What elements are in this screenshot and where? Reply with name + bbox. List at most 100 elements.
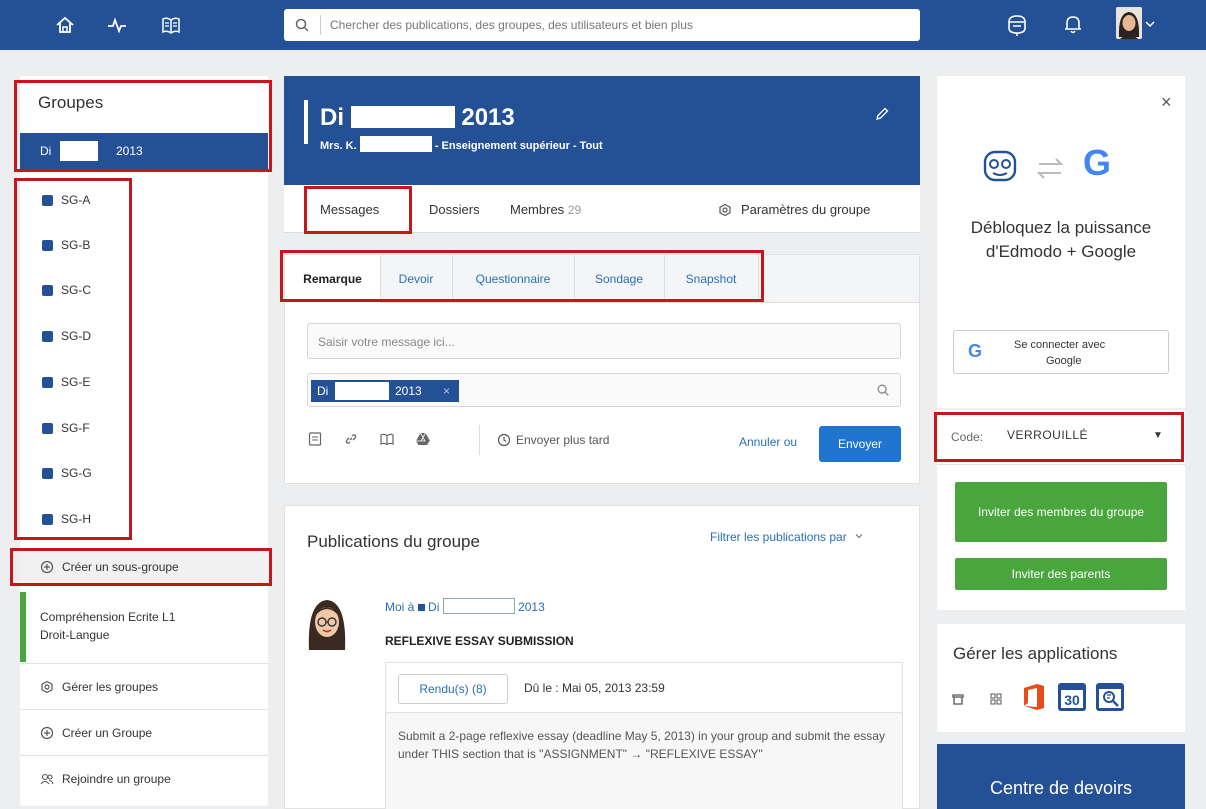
create-subgroup-button[interactable]: Créer un sous-groupe xyxy=(40,560,179,574)
grid-icon[interactable] xyxy=(989,692,1003,706)
create-group-link[interactable]: Créer un Groupe xyxy=(40,726,152,740)
tab-assignment[interactable]: Devoir xyxy=(380,255,452,303)
gear-icon xyxy=(41,680,53,694)
post-composer: Remarque Devoir Questionnaire Sondage Sn… xyxy=(284,254,920,484)
cancel-link[interactable]: Annuler ou xyxy=(739,435,797,449)
office-icon[interactable] xyxy=(1021,682,1047,712)
group-name-line2: Droit-Langue xyxy=(40,628,110,642)
code-value[interactable]: VERROUILLÉ xyxy=(1007,428,1088,442)
tab-folders[interactable]: Dossiers xyxy=(429,202,480,217)
group-header: Di 2013 Mrs. K. - Enseignement supérieur… xyxy=(284,76,920,185)
groups-title: Groupes xyxy=(38,93,104,112)
message-input[interactable]: Saisir votre message ici... xyxy=(307,323,901,359)
invite-parents-button[interactable]: Inviter des parents xyxy=(955,558,1167,590)
sidebar-item-subgroup[interactable]: SG-G xyxy=(42,463,92,483)
code-label: Code: xyxy=(951,430,984,444)
top-bar xyxy=(0,0,1206,50)
store-icon[interactable] xyxy=(951,692,965,706)
tab-poll[interactable]: Sondage xyxy=(574,255,664,303)
post-author-avatar[interactable] xyxy=(305,592,349,652)
recipients-field[interactable]: Di 2013 × xyxy=(307,373,901,407)
pencil-edit-icon[interactable] xyxy=(874,106,890,122)
user-avatar[interactable] xyxy=(1116,7,1142,39)
sidebar-item-group[interactable]: Compréhension Ecrite L1 Droit-Langue xyxy=(40,608,175,644)
google-connect-button[interactable]: G Se connecter avec Google xyxy=(953,330,1169,374)
tab-members[interactable]: Membres 29 xyxy=(510,202,581,217)
plus-circle-icon xyxy=(40,726,54,740)
members-count: 29 xyxy=(567,203,582,217)
library-book-icon[interactable] xyxy=(379,431,395,447)
sidebar-item-subgroup[interactable]: SG-F xyxy=(42,418,90,438)
sidebar-item-active-group[interactable]: Di 2013 xyxy=(20,133,268,169)
composer-tabs: Remarque Devoir Questionnaire Sondage Sn… xyxy=(285,255,919,303)
search-input[interactable] xyxy=(330,9,910,41)
active-group-suffix: 2013 xyxy=(116,144,143,158)
gear-icon xyxy=(719,203,731,216)
sidebar-item-subgroup[interactable]: SG-C xyxy=(42,280,91,300)
tab-snapshot[interactable]: Snapshot xyxy=(664,255,758,303)
calendar-icon[interactable]: 30 xyxy=(1057,680,1087,712)
join-group-label: Rejoindre un groupe xyxy=(62,772,171,786)
filter-posts-dropdown[interactable]: Filtrer les publications par xyxy=(710,530,864,544)
posts-title: Publications du groupe xyxy=(307,532,480,551)
sidebar-item-subgroup[interactable]: SG-H xyxy=(42,509,91,529)
redaction-block xyxy=(350,106,455,128)
sidebar-item-subgroup[interactable]: SG-A xyxy=(42,190,90,210)
divider xyxy=(20,663,268,664)
post-target-prefix: Di xyxy=(428,600,440,614)
close-icon[interactable]: × xyxy=(1161,92,1172,113)
chevron-down-icon[interactable] xyxy=(1144,18,1156,30)
promo-text: Débloquez la puissance d'Edmodo + Google xyxy=(970,218,1152,261)
send-later-button[interactable]: Envoyer plus tard xyxy=(497,433,609,447)
join-group-link[interactable]: Rejoindre un groupe xyxy=(40,772,171,786)
group-color-square xyxy=(417,604,425,611)
search-icon[interactable] xyxy=(876,383,890,397)
subgroup-label: SG-H xyxy=(61,512,91,526)
bell-icon[interactable] xyxy=(1062,13,1084,35)
tab-group-settings[interactable]: Paramètres du groupe xyxy=(718,202,870,217)
create-group-label: Créer un Groupe xyxy=(62,726,153,740)
assignment-description: Submit a 2-page reflexive essay (deadlin… xyxy=(398,729,885,761)
post-audience[interactable]: Moi à Di 2013 xyxy=(385,598,545,614)
send-button[interactable]: Envoyer xyxy=(819,426,901,462)
invite-members-button[interactable]: Inviter des membres du groupe xyxy=(955,482,1167,542)
chip-remove-icon[interactable]: × xyxy=(443,384,450,398)
recipient-chip[interactable]: Di 2013 × xyxy=(311,380,459,402)
sidebar-item-subgroup[interactable]: SG-D xyxy=(42,326,91,346)
search-bar[interactable] xyxy=(284,9,920,41)
home-icon[interactable] xyxy=(54,14,76,36)
tab-messages[interactable]: Messages xyxy=(320,202,379,217)
teacher-name: Mrs. K. xyxy=(320,140,357,152)
subgroup-color-square xyxy=(42,513,53,525)
attach-file-icon[interactable] xyxy=(307,431,323,447)
homework-center-title: Centre de devoirs xyxy=(989,778,1133,798)
sidebar-item-subgroup[interactable]: SG-E xyxy=(42,372,90,392)
activity-icon[interactable] xyxy=(106,14,128,36)
google-drive-icon[interactable] xyxy=(415,431,431,447)
tab-separator xyxy=(758,255,759,303)
redaction-block xyxy=(335,382,389,400)
apps-title: Gérer les applications xyxy=(953,644,1118,663)
subgroup-color-square xyxy=(42,194,53,206)
tab-note[interactable]: Remarque xyxy=(285,255,380,303)
library-book-icon[interactable] xyxy=(160,14,182,36)
link-icon[interactable] xyxy=(343,431,359,447)
homework-center-card[interactable]: Centre de devoirs xyxy=(937,744,1185,809)
submissions-button[interactable]: Rendu(s) (8) xyxy=(398,674,508,704)
manage-apps-card: Gérer les applications 30 xyxy=(937,624,1185,732)
group-code-card: Code: VERROUILLÉ ▼ Inviter des membres d… xyxy=(937,410,1185,610)
caret-down-icon[interactable]: ▼ xyxy=(1153,430,1163,441)
google-promo-card: × G Débloquez la puissance d'Edmodo + Go… xyxy=(937,76,1185,408)
redaction-block xyxy=(359,136,432,152)
subgroup-color-square xyxy=(42,467,53,479)
manage-groups-link[interactable]: Gérer les groupes xyxy=(40,680,158,694)
backpack-icon[interactable] xyxy=(1004,12,1030,38)
due-date: Dû le : Mai 05, 2013 23:59 xyxy=(524,681,665,695)
quiz-search-icon[interactable] xyxy=(1095,680,1125,712)
groups-sidebar xyxy=(20,76,268,806)
subgroup-label: SG-A xyxy=(61,193,91,207)
subgroup-label: SG-F xyxy=(61,421,90,435)
tab-quiz[interactable]: Questionnaire xyxy=(452,255,574,303)
google-logo-icon: G xyxy=(968,341,983,361)
sidebar-item-subgroup[interactable]: SG-B xyxy=(42,235,90,255)
